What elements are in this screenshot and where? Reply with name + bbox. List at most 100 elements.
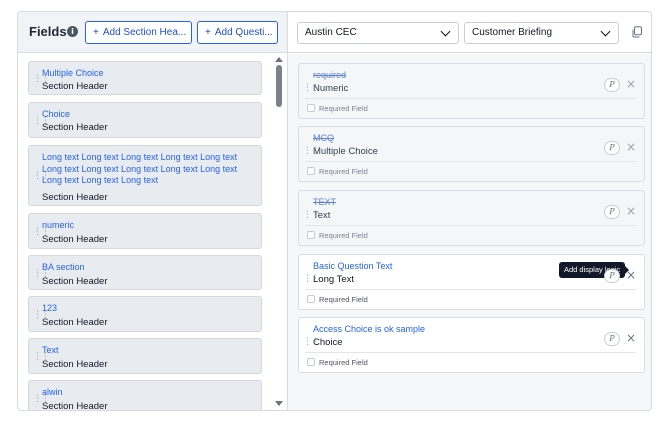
checkbox[interactable]	[307, 295, 315, 303]
list-item-link[interactable]: BA section	[42, 262, 256, 274]
question-card[interactable]: ⋮⋮ required Numeric P × Required Field	[298, 63, 645, 119]
question-type: Text	[313, 210, 331, 221]
question-title[interactable]: Basic Question Text	[313, 261, 392, 271]
drag-handle-icon[interactable]: ⋮⋮	[33, 270, 50, 279]
list-item[interactable]: ⋮⋮ BA section Section Header	[28, 255, 262, 290]
scroll-up-icon[interactable]	[275, 57, 283, 62]
close-icon[interactable]: ×	[626, 268, 636, 282]
checkbox[interactable]	[307, 358, 315, 366]
close-icon[interactable]: ×	[626, 331, 636, 345]
list-item[interactable]: ⋮⋮ Choice Section Header	[28, 102, 262, 138]
location-select[interactable]: Austin CEC	[297, 22, 459, 44]
scrollbar[interactable]	[272, 54, 286, 410]
chevron-down-icon	[600, 26, 611, 37]
drag-handle-icon[interactable]: ⋮⋮	[303, 84, 320, 93]
question-title[interactable]: Access Choice is ok sample	[313, 324, 425, 334]
template-select[interactable]: Customer Briefing	[464, 22, 619, 44]
list-item-type: Section Header	[42, 234, 108, 245]
required-field-checkbox[interactable]: Required Field	[307, 358, 368, 367]
question-type: Numeric	[313, 83, 349, 94]
drag-handle-icon[interactable]: ⋮⋮	[303, 275, 320, 284]
divider	[305, 352, 636, 353]
drag-handle-icon[interactable]: ⋮⋮	[33, 172, 50, 181]
list-item-link[interactable]: Choice	[42, 109, 256, 121]
copy-icon[interactable]	[631, 26, 643, 38]
question-type: Multiple Choice	[313, 146, 378, 157]
list-item-link[interactable]: alwin	[42, 387, 256, 399]
list-item-link[interactable]: Long text Long text Long text Long text …	[42, 152, 256, 187]
question-title[interactable]: TEXT	[313, 197, 336, 207]
template-select-value: Customer Briefing	[472, 27, 553, 38]
add-question-label: Add Questi...	[214, 27, 273, 38]
list-item[interactable]: ⋮⋮ Text Section Header	[28, 338, 262, 374]
add-section-header-button[interactable]: + Add Section Hea...	[85, 21, 192, 44]
question-title[interactable]: required	[313, 70, 346, 80]
checkbox[interactable]	[307, 104, 315, 112]
display-logic-icon[interactable]: P	[604, 141, 620, 155]
questions-list: ⋮⋮ required Numeric P × Required Field ⋮…	[288, 54, 651, 410]
drag-handle-icon[interactable]: ⋮⋮	[33, 75, 50, 84]
required-field-label: Required Field	[319, 295, 368, 304]
form-preview-header: Austin CEC Customer Briefing	[288, 12, 651, 53]
plus-icon: +	[93, 27, 99, 38]
list-item-type: Section Header	[42, 401, 108, 410]
fields-panel: Fields i + Add Section Hea... + Add Questi…	[18, 12, 288, 410]
list-item[interactable]: ⋮⋮ Multiple Choice Section Header	[28, 61, 262, 95]
required-field-checkbox[interactable]: Required Field	[307, 167, 368, 176]
required-field-label: Required Field	[319, 104, 368, 113]
add-question-button[interactable]: + Add Questi...	[197, 21, 278, 44]
checkbox[interactable]	[307, 167, 315, 175]
list-item[interactable]: ⋮⋮ Long text Long text Long text Long te…	[28, 145, 262, 206]
form-builder: Fields i + Add Section Hea... + Add Questi…	[17, 11, 652, 411]
question-card[interactable]: ⋮⋮ Access Choice is ok sample Choice P ×…	[298, 317, 645, 373]
drag-handle-icon[interactable]: ⋮⋮	[33, 117, 50, 126]
drag-handle-icon[interactable]: ⋮⋮	[33, 353, 50, 362]
drag-handle-icon[interactable]: ⋮⋮	[303, 338, 320, 347]
required-field-label: Required Field	[319, 231, 368, 240]
list-item-type: Section Header	[42, 276, 108, 287]
required-field-checkbox[interactable]: Required Field	[307, 231, 368, 240]
scroll-down-icon[interactable]	[275, 401, 283, 406]
question-title[interactable]: MCQ	[313, 133, 334, 143]
display-logic-icon[interactable]: P	[604, 332, 620, 346]
scrollbar-thumb[interactable]	[276, 65, 282, 107]
display-logic-icon[interactable]: P	[604, 205, 620, 219]
required-field-checkbox[interactable]: Required Field	[307, 295, 368, 304]
list-item-link[interactable]: Text	[42, 345, 256, 357]
display-logic-icon[interactable]: P	[604, 78, 620, 92]
drag-handle-icon[interactable]: ⋮⋮	[33, 228, 50, 237]
drag-handle-icon[interactable]: ⋮⋮	[303, 147, 320, 156]
info-icon[interactable]: i	[67, 26, 78, 37]
close-icon[interactable]: ×	[626, 77, 636, 91]
required-field-label: Required Field	[319, 358, 368, 367]
fields-title: Fields	[29, 24, 67, 39]
display-logic-icon[interactable]: P	[604, 269, 620, 283]
question-card[interactable]: ⋮⋮ MCQ Multiple Choice P × Required Fiel…	[298, 126, 645, 182]
close-icon[interactable]: ×	[626, 140, 636, 154]
list-item[interactable]: ⋮⋮ numeric Section Header	[28, 213, 262, 249]
list-item[interactable]: ⋮⋮ alwin Section Header	[28, 380, 262, 410]
list-item-link[interactable]: numeric	[42, 220, 256, 232]
divider	[305, 289, 636, 290]
question-type: Long Text	[313, 274, 355, 285]
drag-handle-icon[interactable]: ⋮⋮	[33, 311, 50, 320]
required-field-label: Required Field	[319, 167, 368, 176]
drag-handle-icon[interactable]: ⋮⋮	[33, 395, 50, 404]
close-icon[interactable]: ×	[626, 204, 636, 218]
divider	[305, 161, 636, 162]
list-item-type: Section Header	[42, 81, 108, 92]
list-item-type: Section Header	[42, 359, 108, 370]
list-item[interactable]: ⋮⋮ 123 Section Header	[28, 296, 262, 332]
list-item-link[interactable]: 123	[42, 303, 256, 315]
checkbox[interactable]	[307, 231, 315, 239]
list-item-link[interactable]: Multiple Choice	[42, 68, 256, 80]
add-section-header-label: Add Section Hea...	[102, 27, 187, 38]
fields-header: Fields i + Add Section Hea... + Add Questi…	[18, 12, 287, 53]
drag-handle-icon[interactable]: ⋮⋮	[303, 211, 320, 220]
fields-list: ⋮⋮ Multiple Choice Section Header ⋮⋮ Cho…	[18, 54, 270, 410]
list-item-type: Section Header	[42, 122, 108, 133]
question-card[interactable]: ⋮⋮ TEXT Text P × Required Field	[298, 190, 645, 246]
required-field-checkbox[interactable]: Required Field	[307, 104, 368, 113]
question-type: Choice	[313, 337, 343, 348]
question-card[interactable]: ⋮⋮ Basic Question Text Long Text Add dis…	[298, 254, 645, 310]
